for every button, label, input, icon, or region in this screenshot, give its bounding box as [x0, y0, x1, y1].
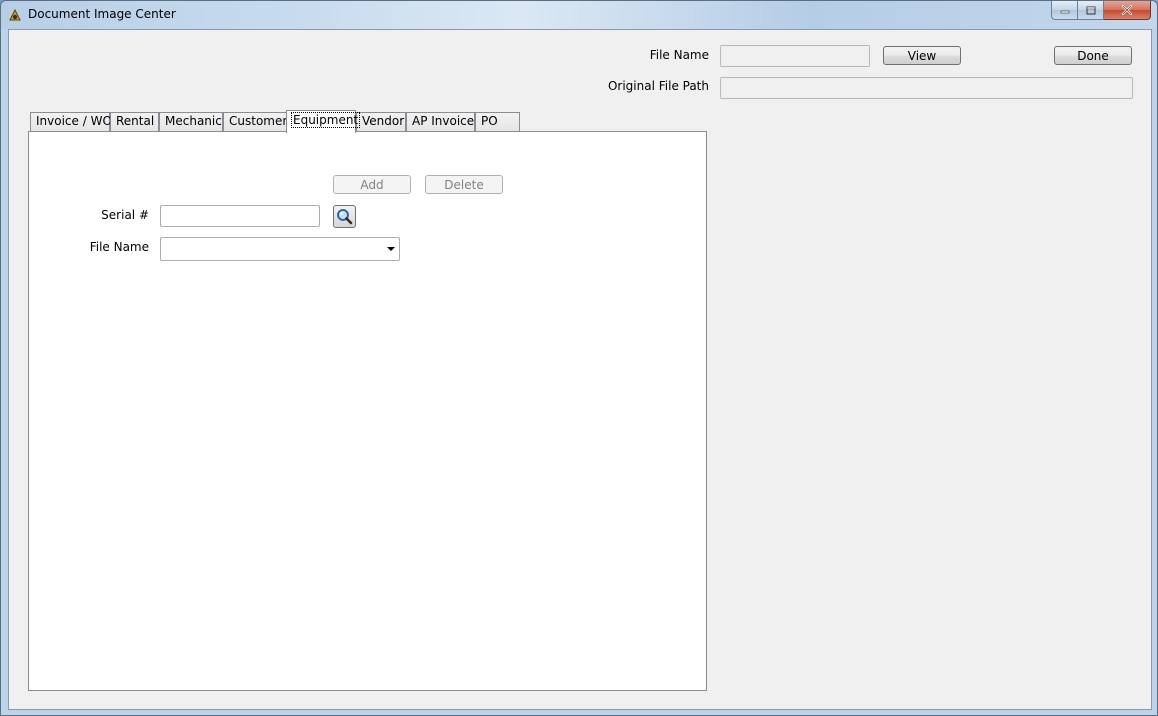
client-area: File Name View Done Original File Path I…: [8, 29, 1152, 710]
original-file-path-field[interactable]: [720, 77, 1133, 99]
minimize-button[interactable]: [1051, 1, 1078, 20]
tab-rental[interactable]: Rental: [110, 112, 159, 132]
tab-label: Equipment: [290, 112, 361, 128]
close-icon: [1121, 5, 1133, 15]
tab-label: Rental: [116, 114, 155, 128]
maximize-button[interactable]: [1078, 1, 1104, 20]
delete-button[interactable]: Delete: [425, 175, 503, 194]
equipment-tab-panel: Add Delete Serial # File Name: [28, 131, 707, 691]
serial-search-button[interactable]: [333, 205, 356, 228]
app-icon: [9, 8, 21, 21]
view-button[interactable]: View: [883, 46, 961, 65]
serial-label: Serial #: [101, 208, 149, 222]
window-title: Document Image Center: [28, 7, 176, 21]
caption-buttons: [1051, 1, 1151, 20]
original-file-path-label: Original File Path: [607, 79, 709, 93]
app-window: Document Image Center File Name View Don…: [0, 0, 1158, 716]
file-name-combo-label: File Name: [89, 240, 149, 254]
maximize-icon: [1086, 6, 1095, 14]
done-button[interactable]: Done: [1054, 46, 1132, 65]
tab-label: Invoice / WO: [36, 114, 112, 128]
tab-invoice-wo[interactable]: Invoice / WO: [30, 112, 112, 132]
add-button-label: Add: [360, 177, 384, 192]
view-button-label: View: [907, 48, 937, 63]
file-name-field[interactable]: [720, 45, 870, 67]
tab-equipment[interactable]: Equipment: [286, 110, 361, 133]
tab-label: Mechanic: [165, 114, 222, 128]
tab-customer[interactable]: Customer: [223, 112, 287, 132]
minimize-icon: [1060, 10, 1069, 14]
tab-label: PO: [481, 114, 498, 128]
done-button-label: Done: [1077, 48, 1109, 63]
tab-vendor[interactable]: Vendor: [356, 112, 406, 132]
tab-label: Vendor: [362, 114, 405, 128]
tab-mechanic[interactable]: Mechanic: [159, 112, 223, 132]
close-button[interactable]: [1104, 1, 1151, 20]
file-name-combobox[interactable]: [160, 237, 400, 261]
title-bar[interactable]: Document Image Center: [1, 1, 1157, 29]
tab-ap-invoice[interactable]: AP Invoice: [406, 112, 475, 132]
tab-label: Customer: [229, 114, 288, 128]
delete-button-label: Delete: [444, 177, 484, 192]
tab-label: AP Invoice: [412, 114, 475, 128]
tab-po[interactable]: PO: [475, 112, 520, 132]
chevron-down-icon[interactable]: [387, 247, 395, 251]
add-button[interactable]: Add: [333, 175, 411, 194]
file-name-label: File Name: [649, 48, 709, 62]
magnifier-search-icon: [337, 209, 353, 225]
serial-input[interactable]: [160, 205, 320, 227]
